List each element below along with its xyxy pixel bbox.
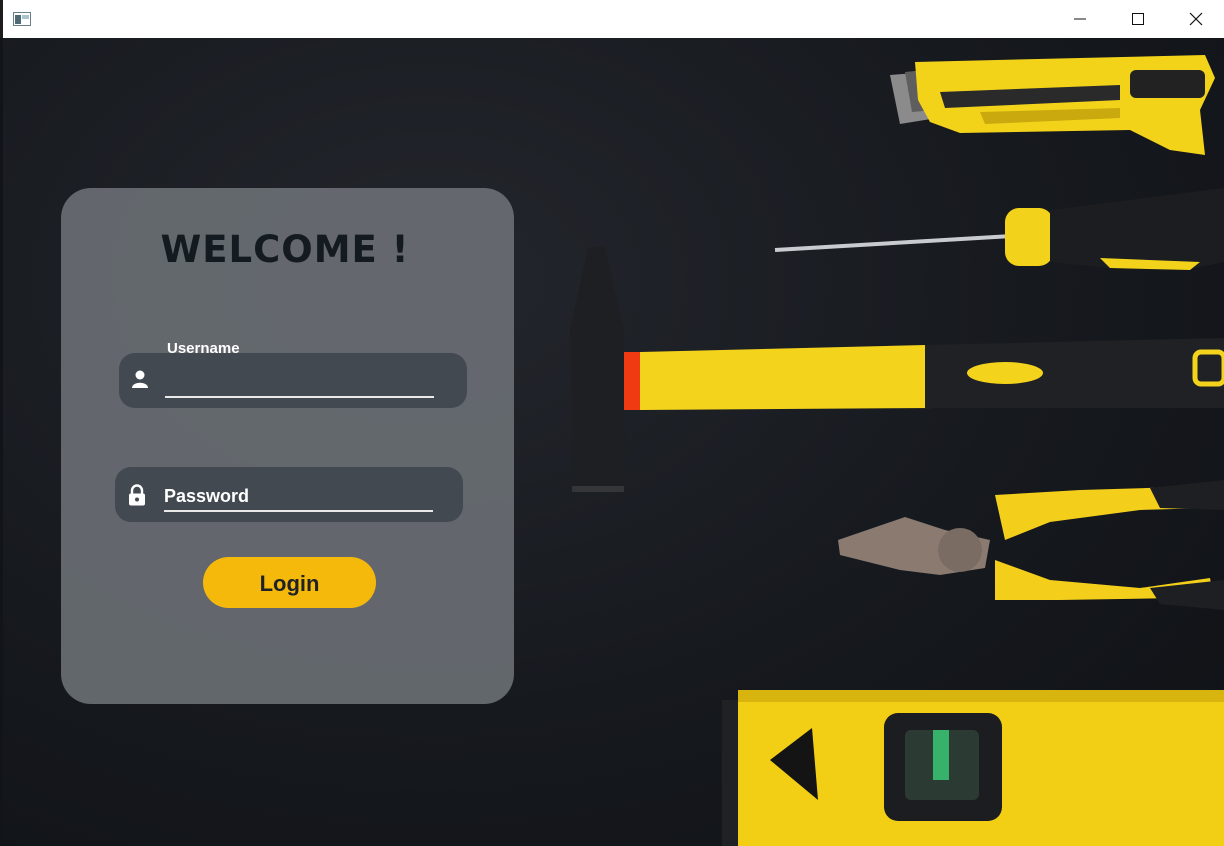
app-icon [13, 12, 31, 26]
minimize-button[interactable] [1051, 0, 1109, 38]
screwdriver-icon [774, 188, 1224, 270]
welcome-title: WELCOME ! [160, 228, 410, 271]
lock-icon [129, 484, 145, 506]
pliers-icon [838, 480, 1224, 610]
hammer-icon [570, 246, 1224, 492]
username-input[interactable] [165, 370, 434, 398]
username-label: Username [167, 340, 240, 357]
spirit-level-icon [722, 690, 1224, 846]
close-button[interactable] [1167, 0, 1224, 38]
maximize-button[interactable] [1109, 0, 1167, 38]
password-input[interactable] [164, 482, 433, 512]
maximize-icon [1132, 13, 1144, 25]
minimize-icon [1074, 18, 1086, 20]
window-titlebar [0, 0, 1224, 38]
user-icon [132, 370, 148, 388]
utility-knife-icon [890, 55, 1215, 155]
login-button[interactable]: Login [203, 557, 376, 608]
close-icon [1189, 12, 1203, 26]
